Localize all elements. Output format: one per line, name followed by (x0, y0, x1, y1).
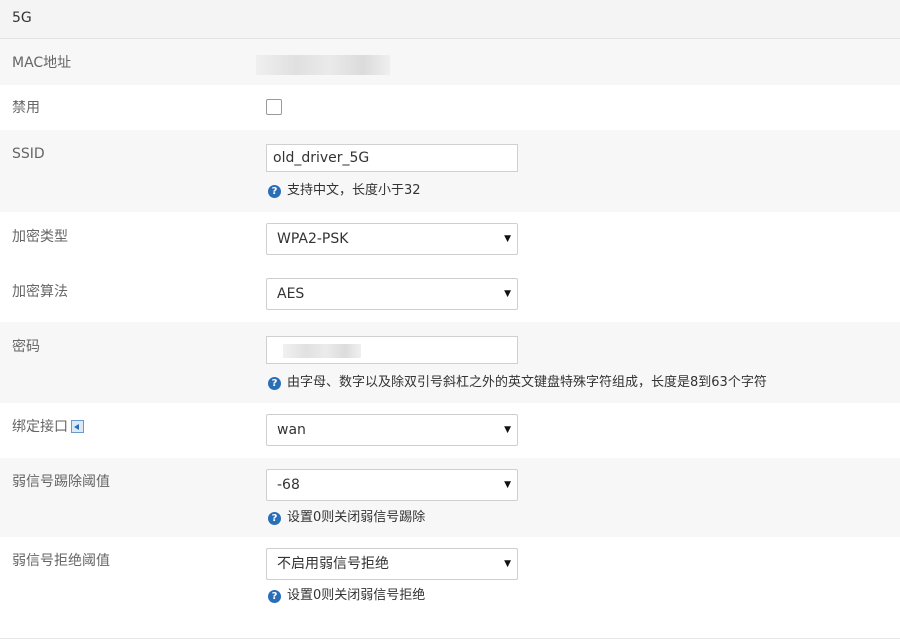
ssid-label: SSID (12, 146, 45, 162)
kick-hint: ? 设置0则关闭弱信号踢除 (268, 510, 425, 526)
algorithm-select-value: AES (277, 286, 305, 302)
question-circle-icon: ? (268, 589, 281, 603)
disable-checkbox[interactable] (266, 99, 282, 115)
disable-row: 禁用 (0, 85, 900, 130)
question-circle-icon: ? (268, 184, 281, 198)
encryption-select-value: WPA2-PSK (277, 231, 349, 247)
reject-hint: ? 设置0则关闭弱信号拒绝 (268, 588, 425, 604)
kick-label: 弱信号踢除阈值 (12, 474, 110, 490)
disable-label: 禁用 (12, 100, 40, 116)
reject-select-value: 不启用弱信号拒绝 (277, 556, 389, 572)
triangle-down-icon: ▼ (504, 559, 511, 569)
password-row: 密码 ? 由字母、数字以及除双引号斜杠之外的英文键盘特殊字符组成，长度是8到63… (0, 322, 900, 403)
back-arrow-icon[interactable] (71, 420, 84, 433)
question-circle-icon: ? (268, 376, 281, 390)
panel-title: 5G (0, 0, 900, 39)
algorithm-label: 加密算法 (12, 284, 68, 300)
bind-label-wrap: 绑定接口 (12, 418, 84, 436)
kick-row: 弱信号踢除阈值 -68 ▼ ? 设置0则关闭弱信号踢除 (0, 458, 900, 537)
bind-select[interactable]: wan ▼ (266, 414, 518, 446)
password-hint: ? 由字母、数字以及除双引号斜杠之外的英文键盘特殊字符组成，长度是8到63个字符 (268, 375, 767, 391)
password-label: 密码 (12, 339, 40, 355)
encryption-label: 加密类型 (12, 229, 68, 245)
bind-label: 绑定接口 (12, 419, 68, 435)
triangle-down-icon: ▼ (504, 425, 511, 435)
password-value-redacted (283, 344, 361, 358)
reject-select[interactable]: 不启用弱信号拒绝 ▼ (266, 548, 518, 580)
reject-row: 弱信号拒绝阈值 不启用弱信号拒绝 ▼ ? 设置0则关闭弱信号拒绝 (0, 537, 900, 619)
reject-hint-text: 设置0则关闭弱信号拒绝 (287, 588, 426, 603)
ssid-hint: ? 支持中文，长度小于32 (268, 183, 421, 199)
kick-select-value: -68 (277, 477, 300, 493)
kick-hint-text: 设置0则关闭弱信号踢除 (287, 510, 426, 525)
mac-row: MAC地址 (0, 39, 900, 85)
mac-label: MAC地址 (12, 55, 72, 71)
algorithm-row: 加密算法 AES ▼ (0, 267, 900, 322)
triangle-down-icon: ▼ (504, 234, 511, 244)
encryption-select[interactable]: WPA2-PSK ▼ (266, 223, 518, 255)
encryption-row: 加密类型 WPA2-PSK ▼ (0, 212, 900, 267)
algorithm-select[interactable]: AES ▼ (266, 278, 518, 310)
triangle-down-icon: ▼ (504, 289, 511, 299)
password-hint-text: 由字母、数字以及除双引号斜杠之外的英文键盘特殊字符组成，长度是8到63个字符 (287, 375, 767, 390)
kick-select[interactable]: -68 ▼ (266, 469, 518, 501)
reject-label: 弱信号拒绝阈值 (12, 553, 110, 569)
mac-value-redacted (256, 55, 390, 75)
bind-row: 绑定接口 wan ▼ (0, 403, 900, 458)
ssid-hint-text: 支持中文，长度小于32 (287, 183, 421, 198)
password-input[interactable] (266, 336, 518, 364)
ssid-input[interactable]: old_driver_5G (266, 144, 518, 172)
wifi-5g-settings-panel: 5G MAC地址 禁用 SSID old_driver_5G ? 支持中文，长度… (0, 0, 900, 639)
question-circle-icon: ? (268, 511, 281, 525)
triangle-down-icon: ▼ (504, 480, 511, 490)
ssid-row: SSID old_driver_5G ? 支持中文，长度小于32 (0, 130, 900, 212)
bind-select-value: wan (277, 422, 306, 438)
